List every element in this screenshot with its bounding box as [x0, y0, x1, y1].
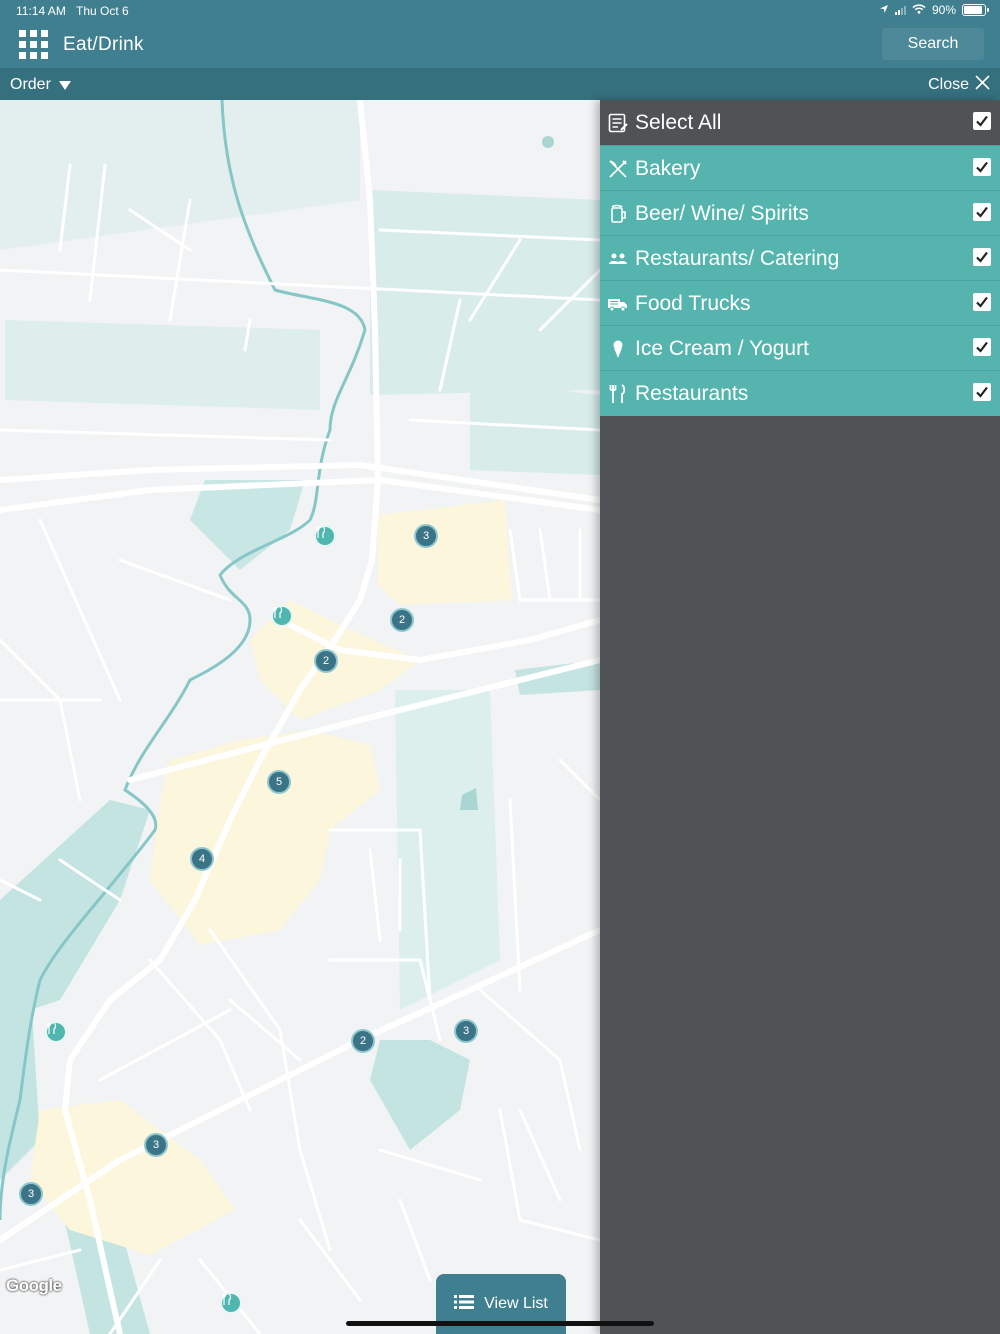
status-date: Thu Oct 6: [76, 4, 129, 18]
filter-row-food-trucks[interactable]: Food Trucks: [600, 280, 1000, 326]
filter-checkbox[interactable]: [973, 203, 991, 221]
beer-icon: [607, 203, 629, 225]
restaurant-marker-icon[interactable]: [45, 1021, 67, 1043]
filter-checkbox[interactable]: [973, 248, 991, 266]
filter-label: Beer/ Wine/ Spirits: [635, 201, 809, 225]
filter-row-restaurants[interactable]: Restaurants: [600, 370, 1000, 416]
list-icon: [454, 1294, 475, 1315]
select-all-row[interactable]: Select All: [600, 100, 1000, 145]
catering-icon: [607, 248, 629, 270]
map-cluster-marker[interactable]: 3: [414, 524, 438, 548]
status-bar: 11:14 AM Thu Oct 6 90%: [0, 0, 1000, 22]
close-label: Close: [928, 76, 969, 93]
page-title: Eat/Drink: [63, 34, 144, 55]
filter-row-restaurants-catering[interactable]: Restaurants/ Catering: [600, 235, 1000, 281]
map-cluster-marker[interactable]: 2: [351, 1029, 375, 1053]
map-view[interactable]: 3 2 2 5 4 3 2 3 3 Google: [0, 100, 600, 1334]
filter-checkbox[interactable]: [973, 158, 991, 176]
filter-checkbox[interactable]: [973, 383, 991, 401]
restaurant-marker-icon[interactable]: [314, 525, 336, 547]
restaurant-marker-icon[interactable]: [271, 605, 293, 627]
filter-label: Bakery: [635, 156, 701, 180]
wifi-icon: [912, 3, 926, 17]
close-icon: [975, 75, 990, 95]
map-cluster-marker[interactable]: 2: [314, 649, 338, 673]
google-logo: Google: [6, 1276, 62, 1295]
filter-checkbox[interactable]: [973, 293, 991, 311]
map-cluster-marker[interactable]: 4: [190, 847, 214, 871]
filter-label: Restaurants/ Catering: [635, 246, 840, 270]
filter-row-ice-cream-yogurt[interactable]: Ice Cream / Yogurt: [600, 325, 1000, 371]
status-time: 11:14 AM: [16, 4, 66, 18]
home-indicator: [346, 1321, 654, 1326]
filter-label: Ice Cream / Yogurt: [635, 336, 809, 360]
bakery-icon: [607, 158, 629, 180]
filter-toolbar: Order Close: [0, 68, 1000, 100]
filter-checkbox[interactable]: [973, 338, 991, 356]
app-header: Eat/Drink Search: [0, 22, 1000, 68]
filter-label: Food Trucks: [635, 291, 751, 315]
status-indicators: 90%: [879, 3, 989, 17]
ice-cream-icon: [607, 338, 629, 360]
restaurant-marker-icon[interactable]: [220, 1292, 242, 1314]
cellular-signal-icon: [894, 5, 906, 15]
view-list-label: View List: [484, 1295, 548, 1312]
app-grid-menu-icon[interactable]: [19, 30, 48, 59]
map-cluster-marker[interactable]: 3: [144, 1133, 168, 1157]
select-all-checkbox[interactable]: [973, 112, 991, 130]
battery-icon: [962, 4, 989, 16]
order-dropdown[interactable]: Order: [10, 76, 71, 94]
location-arrow-icon: [879, 3, 889, 17]
map-canvas: [0, 100, 600, 1334]
filter-row-beer-wine-spirits[interactable]: Beer/ Wine/ Spirits: [600, 190, 1000, 236]
order-label: Order: [10, 76, 51, 93]
caret-down-icon: [58, 80, 71, 90]
close-button[interactable]: Close: [928, 75, 990, 95]
fork-knife-icon: [607, 383, 629, 405]
category-filter-panel: Select All Bakery Beer/ Wine/ Spirits Re…: [600, 100, 1000, 1334]
search-button[interactable]: Search: [882, 28, 984, 60]
select-all-icon: [607, 112, 629, 134]
map-cluster-marker[interactable]: 5: [267, 770, 291, 794]
map-cluster-marker[interactable]: 3: [19, 1182, 43, 1206]
map-cluster-marker[interactable]: 3: [454, 1019, 478, 1043]
filter-label: Restaurants: [635, 381, 749, 405]
food-truck-icon: [607, 293, 629, 315]
filter-row-bakery[interactable]: Bakery: [600, 145, 1000, 191]
map-cluster-marker[interactable]: 2: [390, 608, 414, 632]
select-all-label: Select All: [635, 110, 722, 134]
battery-percent: 90%: [931, 3, 956, 17]
